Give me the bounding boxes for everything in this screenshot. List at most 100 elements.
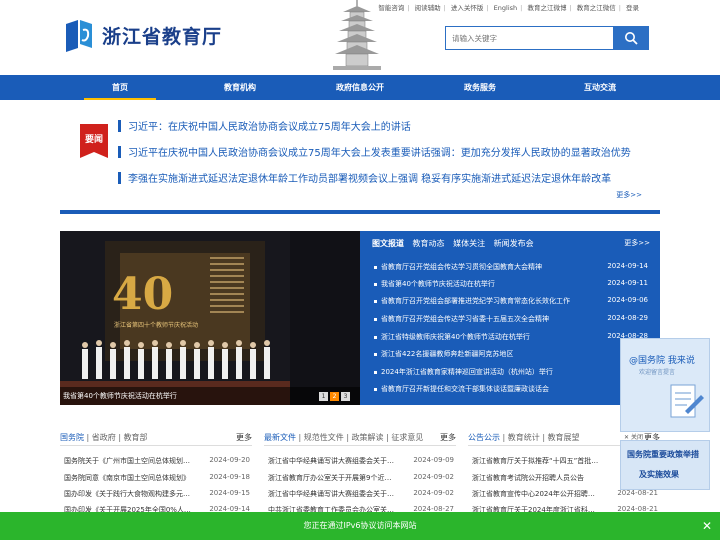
nav-institutions[interactable]: 教育机构 (204, 75, 276, 100)
list-item-date: 2024-09-18 (209, 473, 250, 481)
list-item-date: 2024-09-06 (607, 296, 648, 304)
tab-media-focus[interactable]: 媒体关注 (453, 239, 485, 248)
news-panel-tabs: 图文报道 教育动态 媒体关注 新闻发布会 (372, 238, 540, 249)
column-tabs: 最新文件 | 规范性文件 | 政策解读 | 征求意见 (264, 432, 456, 446)
search-button[interactable] (613, 26, 649, 50)
widget-line2: 及实施效果 (639, 470, 679, 479)
topbar-link-wechat[interactable]: 教育之江微信 (574, 4, 619, 12)
tab-normative-files[interactable]: 规范性文件 (304, 433, 344, 442)
news-panel: 图文报道 教育动态 媒体关注 新闻发布会 更多>> 省教育厅召开党组会传达学习贯… (360, 231, 660, 405)
tab-education-outlook[interactable]: 教育展望 (548, 433, 580, 442)
list-item-title: 省教育厅召开新提任和交流干部集体谈话暨廉政谈话会 (381, 385, 549, 393)
column-more-link[interactable]: 更多 (236, 432, 252, 443)
tab-policy-interpretation[interactable]: 政策解读 (352, 433, 384, 442)
column-tabs: 国务院 | 省政府 | 教育部 (60, 432, 252, 446)
list-item-title: 国务院关于《广州市国土空间总体规划（2021—2035年）》的批复 (64, 457, 192, 465)
list-item-title: 浙江省中华经典诵写讲大赛组委会关于公布比赛结果的通知 (268, 457, 396, 465)
search-box (445, 26, 649, 50)
list-item-title: 浙江省中华经典诵写讲大赛组委会关于公示获奖名单的通知 (268, 490, 396, 498)
divider: | (618, 4, 621, 12)
tab-ministry-education[interactable]: 教育部 (124, 433, 148, 442)
carousel-caption[interactable]: 我省第40个教师节庆祝活动在杭举行 (60, 387, 360, 405)
list-item-title: 浙江省教育宣传中心2024年公开招聘人员公告 (472, 490, 600, 498)
divider: | (407, 4, 410, 12)
carousel-image: 40 浙江省第四十个教师节庆祝活动 (60, 231, 360, 405)
nav-services[interactable]: 政务服务 (444, 75, 516, 100)
headline-marker (118, 172, 121, 184)
list-item-date: 2024-09-09 (413, 456, 454, 464)
column-documents: 最新文件 | 规范性文件 | 政策解读 | 征求意见 更多 浙江省中华经典诵写讲… (264, 432, 456, 514)
headline-news: 要闻 习近平：在庆祝中国人民政治协商会议成立75周年大会上的讲话 习近平在庆祝中… (60, 108, 660, 210)
headline-marker (118, 146, 121, 158)
headline-item[interactable]: 习近平：在庆祝中国人民政治协商会议成立75周年大会上的讲话 (128, 118, 640, 133)
nav-home[interactable]: 首页 (84, 75, 156, 100)
pagoda-illustration (333, 0, 381, 70)
list-item-title: 省教育厅召开党组会部署推进党纪学习教育常态化长效化工作 (381, 297, 570, 305)
state-council-feedback-widget[interactable]: @国务院 我来说 欢迎留言提言 ✕ 关闭 (620, 338, 710, 441)
list-item-date: 2024-09-15 (209, 489, 250, 497)
main-nav: 首页 教育机构 政府信息公开 政务服务 互动交流 (0, 75, 720, 100)
divider: | (486, 4, 489, 12)
topbar-link-care-mode[interactable]: 进入关怀版 (448, 4, 487, 12)
bullet (374, 387, 377, 391)
topbar-link-english[interactable]: English (491, 4, 520, 12)
list-item-title: 我省第40个教师节庆祝活动在杭举行 (381, 280, 495, 288)
carousel-page-button[interactable]: 1 (319, 392, 328, 401)
list-item-title: 浙江省422名援疆教师奔赴新疆阿克苏地区 (381, 350, 514, 358)
divider: | (520, 4, 523, 12)
list-item-title: 浙江省教育厅办公室关于开展第9个近视防控宣传教育月活动的通知 (268, 474, 396, 482)
site-title: 浙江省教育厅 (102, 25, 223, 48)
list-item-date: 2024-09-11 (607, 279, 648, 287)
list-item-title: 2024年浙江省教育家精神巡回宣讲活动（杭州站）举行 (381, 368, 553, 376)
list-item-title: 浙江省特级教师庆祝第40个教师节活动在杭举行 (381, 333, 530, 341)
document-illustration-icon (670, 384, 704, 418)
headline-item[interactable]: 习近平在庆祝中国人民政治协商会议成立75周年大会上发表重要讲话强调：更加充分发挥… (128, 144, 640, 159)
bullet (374, 370, 377, 374)
list-item-date: 2024-08-21 (617, 489, 658, 497)
topbar-link-reading-aid[interactable]: 阅读辅助 (412, 4, 444, 12)
tab-education-news[interactable]: 教育动态 (413, 239, 445, 248)
nav-info-disclosure[interactable]: 政府信息公开 (324, 75, 396, 100)
list-item-title: 国办印发《关于践行大食物观构建多元化食物供给体系的意见》 (64, 490, 192, 498)
carousel-page-button[interactable]: 3 (341, 392, 350, 401)
ipv6-notice-bar: 您正在通过IPv6协议访问本网站 ✕ (0, 512, 720, 540)
tab-solicit-opinions[interactable]: 征求意见 (391, 433, 423, 442)
policy-measures-widget[interactable]: 国务院重要政策举措 及实施效果 (620, 440, 710, 490)
headline-badge: 要闻 (80, 124, 108, 158)
list-item-date: 2024-09-02 (413, 473, 454, 481)
section-divider (60, 210, 660, 214)
column-state-council: 国务院 | 省政府 | 教育部 更多 国务院关于《广州市国土空间总体规划（ 202… (60, 432, 252, 514)
tab-announcements[interactable]: 公告公示 (468, 433, 500, 442)
search-input[interactable] (445, 26, 613, 50)
list-item-date: 2024-09-14 (607, 262, 648, 270)
tab-provincial-gov[interactable]: 省政府 (92, 433, 116, 442)
nav-interaction[interactable]: 互动交流 (564, 75, 636, 100)
carousel-pager: 1 2 3 (317, 392, 350, 401)
list-item-date: 2024-09-20 (209, 456, 250, 464)
tab-education-statistics[interactable]: 教育统计 (508, 433, 540, 442)
headline-item[interactable]: 李强在实施渐进式延迟法定退休年龄工作动员部署视频会议上强调 稳妥有序实施渐进式延… (128, 170, 640, 185)
tab-state-council[interactable]: 国务院 (60, 433, 84, 442)
bullet (374, 282, 377, 286)
photo-carousel[interactable]: 40 浙江省第四十个教师节庆祝活动 我省第40个教师节庆祝活动在杭举行 1 2 … (60, 231, 360, 405)
search-icon (625, 32, 638, 45)
tab-press-conference[interactable]: 新闻发布会 (494, 239, 534, 248)
widget-title: @国务院 我来说 (629, 356, 695, 366)
bullet (374, 352, 377, 356)
list-item-title: 浙江省教育厅关于拟推荐“十四五”首批职业教育国家规划教材的公示 (472, 457, 600, 465)
list-item-date: 2024-08-29 (607, 314, 648, 322)
topbar-link-weibo[interactable]: 教育之江微博 (524, 4, 569, 12)
column-more-link[interactable]: 更多 (440, 432, 456, 443)
news-panel-more-link[interactable]: 更多>> (624, 238, 650, 248)
divider: | (569, 4, 572, 12)
widget-line1: 国务院重要政策举措 (627, 450, 699, 459)
close-icon[interactable]: ✕ (702, 512, 712, 540)
bullet (374, 335, 377, 339)
site-logo[interactable]: 浙江省教育厅 (64, 18, 222, 52)
list-item-title: 省教育厅召开党组会传达学习贯彻全国教育大会精神 (381, 263, 542, 271)
topbar-link-login[interactable]: 登录 (623, 4, 642, 12)
tab-photo-reports[interactable]: 图文报道 (372, 239, 404, 248)
carousel-page-button-active[interactable]: 2 (330, 392, 339, 401)
headline-more-link[interactable]: 更多>> (616, 190, 642, 200)
tab-latest-files[interactable]: 最新文件 (264, 433, 296, 442)
